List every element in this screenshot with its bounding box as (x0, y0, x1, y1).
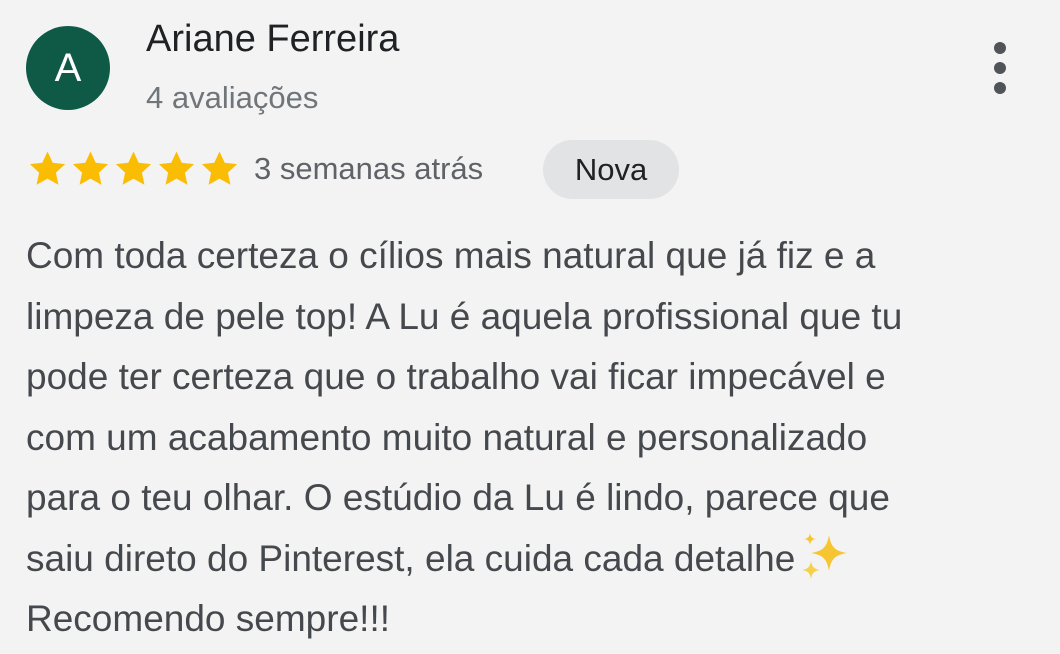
avatar-initial: A (54, 46, 82, 90)
review-text-line: saiu direto do Pinterest, ela cuida cada… (26, 537, 796, 579)
review-text-line: com um acabamento muito natural e person… (26, 416, 868, 458)
more-vert-icon-dot (994, 82, 1006, 94)
review-text-line: limpeza de pele top! A Lu é aquela profi… (26, 295, 903, 337)
review-text-line: para o teu olhar. O estúdio da Lu é lind… (26, 477, 890, 518)
star-icon (201, 151, 238, 185)
star-icon (158, 151, 195, 185)
sparkles-icon (802, 532, 848, 579)
more-options-button[interactable] (980, 40, 1020, 96)
more-vert-icon-dot (994, 62, 1006, 74)
star-icon (115, 151, 152, 185)
author-name[interactable]: Ariane Ferreira (146, 18, 399, 61)
review-text-line: Recomendo sempre!!! (26, 598, 391, 639)
new-badge: Nova (543, 140, 679, 199)
more-vert-icon (994, 42, 1006, 54)
avatar[interactable]: A (26, 26, 110, 110)
review-date: 3 semanas atrás (254, 151, 484, 186)
review-card: A Ariane Ferreira 4 avaliações 3 semanas… (0, 0, 1060, 654)
review-text-line: pode ter certeza que o trabalho vai fica… (26, 356, 886, 397)
star-rating (26, 147, 241, 191)
star-icon (72, 151, 109, 185)
author-review-count: 4 avaliações (146, 80, 319, 115)
review-text-line: Com toda certeza o cílios mais natural q… (26, 235, 876, 276)
star-icon (29, 151, 66, 185)
review-text: Com toda certeza o cílios mais natural q… (26, 226, 1046, 650)
review-text-line-with-emoji: saiu direto do Pinterest, ela cuida cada… (26, 529, 1046, 590)
